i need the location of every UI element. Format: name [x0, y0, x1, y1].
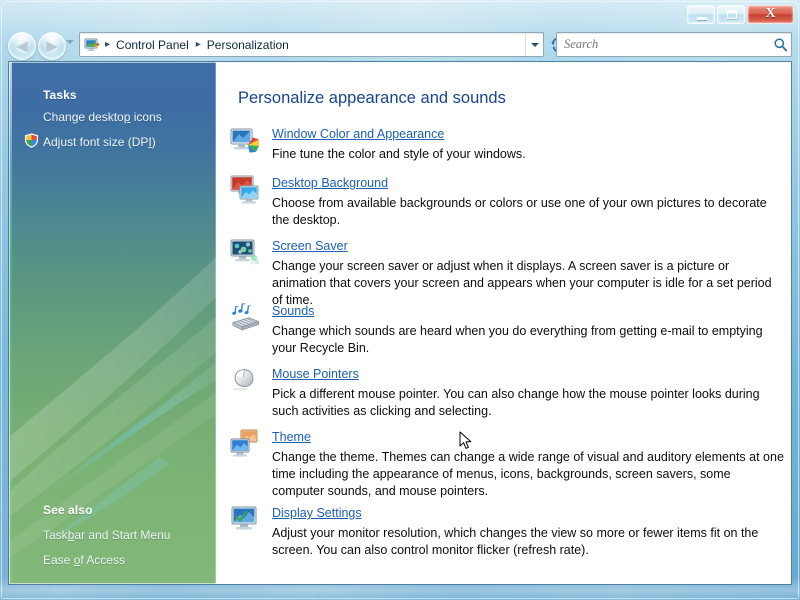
- description-window-color: Fine tune the color and style of your wi…: [272, 147, 526, 161]
- uac-shield-icon: [24, 133, 39, 148]
- search-box[interactable]: [556, 32, 792, 57]
- mouse-pointers-icon: [229, 365, 261, 397]
- close-button[interactable]: X: [747, 4, 794, 24]
- content-pane: Personalize appearance and sounds Window…: [216, 62, 791, 584]
- mouse-cursor: [459, 431, 473, 451]
- screen-saver-icon: [229, 237, 261, 269]
- description-sounds: Change which sounds are heard when you d…: [272, 324, 763, 355]
- sidebar-item-adjust-font-size[interactable]: Adjust font size (DPI): [43, 135, 156, 149]
- description-mouse-pointers: Pick a different mouse pointer. You can …: [272, 387, 760, 418]
- task-pane: Tasks Change desktop icons Adjust font s…: [9, 62, 216, 584]
- back-button[interactable]: ◀: [8, 32, 36, 60]
- sidebar-item-label: Change desktop icons: [43, 110, 162, 124]
- sidebar-item-change-desktop-icons[interactable]: Change desktop icons: [43, 110, 162, 124]
- sidebar-item-label: Ease of Access: [43, 553, 126, 567]
- task-pane-left-edge: [9, 62, 12, 584]
- window-color-icon: [229, 125, 261, 157]
- address-dropdown-button[interactable]: [525, 33, 543, 56]
- link-screen-saver[interactable]: Screen Saver: [272, 239, 348, 253]
- window-frame: X ◀ ▶ ▸ Control Panel ▸ Personalization …: [0, 0, 800, 600]
- breadcrumb-separator: ▸: [195, 39, 201, 50]
- theme-icon: [229, 428, 261, 460]
- minimize-icon: [697, 16, 707, 20]
- link-sounds[interactable]: Sounds: [272, 304, 314, 318]
- description-desktop-background: Choose from available backgrounds or col…: [272, 196, 767, 227]
- sidebar-item-ease-of-access[interactable]: Ease of Access: [43, 553, 125, 567]
- description-display-settings: Adjust your monitor resolution, which ch…: [272, 526, 759, 557]
- description-theme: Change the theme. Themes can change a wi…: [272, 450, 784, 498]
- sidebar-item-taskbar-and-start-menu[interactable]: Taskbar and Start Menu: [43, 528, 170, 542]
- sounds-icon: [229, 302, 261, 334]
- link-window-color-and-appearance[interactable]: Window Color and Appearance: [272, 127, 444, 141]
- see-also-heading: See also: [43, 503, 93, 517]
- forward-button[interactable]: ▶: [38, 32, 66, 60]
- link-display-settings[interactable]: Display Settings: [272, 506, 362, 520]
- breadcrumb-control-panel[interactable]: Control Panel: [114, 37, 191, 53]
- minimize-button[interactable]: [687, 4, 715, 24]
- chevron-down-icon: [530, 42, 539, 47]
- link-desktop-background[interactable]: Desktop Background: [272, 176, 388, 190]
- close-icon: X: [765, 6, 776, 21]
- sidebar-item-label: Adjust font size (DPI): [43, 135, 156, 149]
- address-bar[interactable]: ▸ Control Panel ▸ Personalization: [79, 32, 544, 57]
- display-settings-icon: [229, 504, 261, 536]
- navigation-toolbar: ◀ ▶ ▸ Control Panel ▸ Personalization Se…: [0, 30, 800, 60]
- recent-pages-dropdown-icon[interactable]: [66, 40, 74, 44]
- tasks-heading: Tasks: [43, 88, 77, 102]
- personalization-icon: [84, 37, 100, 53]
- client-area: Tasks Change desktop icons Adjust font s…: [8, 61, 792, 585]
- magnifier-icon: [769, 33, 791, 56]
- breadcrumb-separator: ▸: [105, 39, 111, 50]
- sidebar-item-label: Taskbar and Start Menu: [43, 528, 171, 542]
- link-mouse-pointers[interactable]: Mouse Pointers: [272, 367, 359, 381]
- maximize-icon: [727, 9, 737, 19]
- page-title: Personalize appearance and sounds: [238, 89, 506, 107]
- link-theme[interactable]: Theme: [272, 430, 311, 444]
- desktop-background-icon: [229, 174, 261, 206]
- description-screen-saver: Change your screen saver or adjust when …: [272, 259, 772, 307]
- forward-arrow-icon: ▶: [46, 36, 58, 55]
- breadcrumb-personalization[interactable]: Personalization: [205, 37, 291, 53]
- caption-buttons: X: [687, 4, 794, 24]
- back-arrow-icon: ◀: [16, 36, 28, 55]
- maximize-button[interactable]: [717, 4, 745, 24]
- search-input[interactable]: [557, 37, 769, 52]
